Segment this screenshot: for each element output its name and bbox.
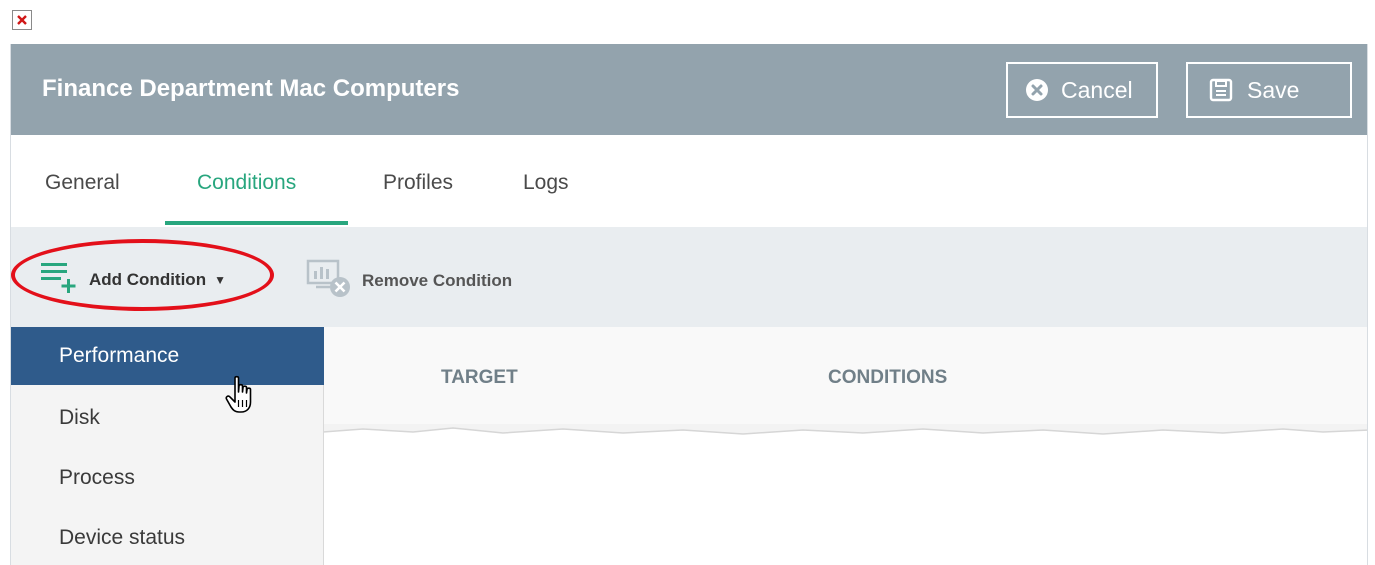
save-label: Save — [1247, 76, 1300, 103]
save-button[interactable]: Save — [1186, 62, 1352, 118]
highlight-annotation — [11, 239, 274, 311]
toolbar: Add Condition ▼ Remove Condition — [11, 227, 1367, 327]
active-tab-indicator — [165, 221, 348, 225]
remove-condition-label: Remove Condition — [362, 270, 513, 290]
tab-logs[interactable]: Logs — [523, 171, 569, 195]
column-header-conditions: CONDITIONS — [828, 367, 948, 388]
page-title: Finance Department Mac Computers — [42, 75, 460, 102]
menu-item-process[interactable]: Process — [11, 449, 324, 507]
tab-general[interactable]: General — [45, 171, 120, 195]
tab-conditions[interactable]: Conditions — [197, 171, 296, 195]
add-condition-dropdown: Performance Disk Process Device status — [11, 327, 324, 565]
remove-condition-icon — [306, 257, 354, 304]
table-header: TARGET CONDITIONS — [323, 327, 1367, 429]
tab-profiles[interactable]: Profiles — [383, 171, 453, 195]
group-editor-panel: Finance Department Mac Computers Cancel … — [10, 44, 1368, 565]
tab-bar: General Conditions Profiles Logs — [11, 135, 1367, 227]
broken-image-icon — [12, 10, 32, 30]
menu-item-disk[interactable]: Disk — [11, 389, 324, 447]
hand-cursor-icon — [224, 375, 258, 420]
panel-header: Finance Department Mac Computers Cancel … — [11, 44, 1367, 135]
torn-edge — [323, 424, 1367, 435]
cancel-label: Cancel — [1061, 76, 1133, 103]
save-icon — [1209, 78, 1233, 102]
cancel-button[interactable]: Cancel — [1006, 62, 1158, 118]
menu-item-device-status[interactable]: Device status — [11, 509, 324, 565]
column-header-target: TARGET — [441, 367, 518, 388]
cancel-icon — [1025, 78, 1049, 102]
remove-condition-button[interactable]: Remove Condition — [306, 257, 512, 304]
menu-item-performance[interactable]: Performance — [11, 327, 324, 385]
